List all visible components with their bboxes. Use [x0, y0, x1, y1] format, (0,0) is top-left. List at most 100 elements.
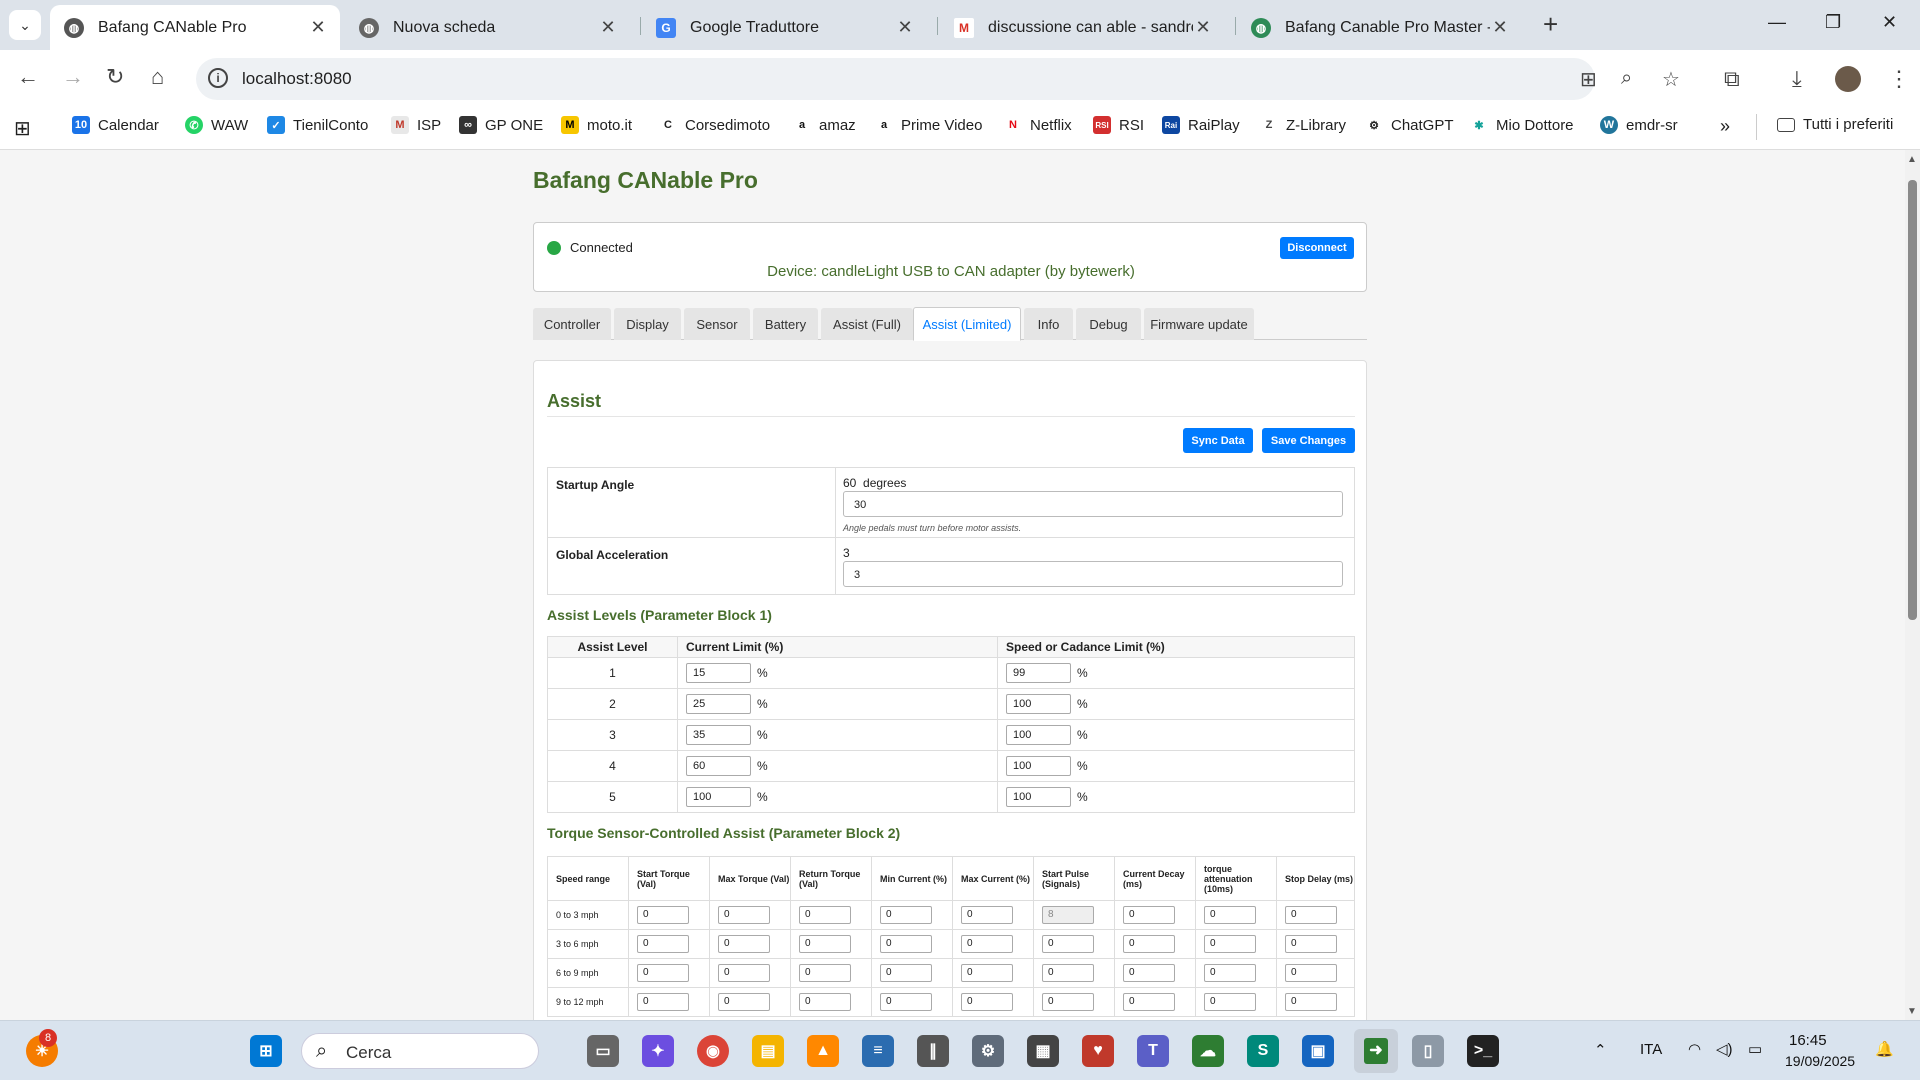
remote-desktop-icon[interactable]: ▣: [1302, 1035, 1334, 1067]
active-app-icon[interactable]: ➜: [1354, 1029, 1398, 1073]
taskbar-search[interactable]: ⌕ Cerca: [301, 1033, 539, 1069]
terminal-icon[interactable]: >_: [1467, 1035, 1499, 1067]
torque-param-input[interactable]: 0: [1123, 906, 1175, 924]
save-changes-button[interactable]: Save Changes: [1262, 428, 1355, 453]
calculator-icon[interactable]: ▦: [1027, 1035, 1059, 1067]
page-scrollbar[interactable]: ▲ ▼: [1905, 150, 1920, 1020]
torque-param-input[interactable]: 0: [1042, 935, 1094, 953]
bookmark-item[interactable]: ✱ Mio Dottore: [1470, 116, 1574, 134]
clock-date[interactable]: 19/09/2025: [1785, 1053, 1855, 1069]
scrollbar-thumb[interactable]: [1908, 180, 1917, 620]
url-text[interactable]: localhost:8080: [242, 69, 352, 89]
wifi-icon[interactable]: ◠: [1688, 1040, 1701, 1058]
scroll-down-icon[interactable]: ▼: [1907, 1006, 1917, 1017]
speed-limit-input[interactable]: 100: [1006, 756, 1071, 776]
back-button[interactable]: ←: [17, 64, 39, 90]
browser-tab[interactable]: M discussione can able - sandro.b ✕: [940, 5, 1225, 50]
current-limit-input[interactable]: 35: [686, 725, 751, 745]
reload-button[interactable]: ↻: [106, 64, 124, 90]
torque-param-input[interactable]: 0: [1285, 964, 1337, 982]
document-icon[interactable]: ≡: [862, 1035, 894, 1067]
bookmark-item[interactable]: ⚙ ChatGPT: [1365, 116, 1454, 134]
torque-param-input[interactable]: 0: [1204, 964, 1256, 982]
torque-param-input[interactable]: 0: [1204, 993, 1256, 1011]
bookmark-item[interactable]: Mmoto.it: [561, 116, 632, 134]
teams-icon[interactable]: T: [1137, 1035, 1169, 1067]
tab-controller[interactable]: Controller: [533, 308, 611, 340]
forward-button[interactable]: →: [62, 64, 84, 90]
torque-param-input[interactable]: 0: [961, 906, 1013, 924]
torque-param-input[interactable]: 0: [1042, 993, 1094, 1011]
torque-param-input[interactable]: 0: [637, 993, 689, 1011]
volume-icon[interactable]: ◁): [1716, 1040, 1733, 1058]
torque-param-input[interactable]: 0: [1042, 964, 1094, 982]
current-limit-input[interactable]: 25: [686, 694, 751, 714]
apps-icon[interactable]: ⊞: [14, 116, 31, 141]
chevron-up-icon[interactable]: ⌃: [1594, 1041, 1607, 1059]
torque-param-input[interactable]: 0: [1123, 935, 1175, 953]
library-icon[interactable]: ∥: [917, 1035, 949, 1067]
torque-param-input[interactable]: 0: [961, 935, 1013, 953]
current-limit-input[interactable]: 15: [686, 663, 751, 683]
torque-param-input[interactable]: 0: [1285, 935, 1337, 953]
torque-param-input[interactable]: 0: [1285, 993, 1337, 1011]
browser-tab[interactable]: ◍ Bafang Canable Pro Master - di ✕: [1237, 5, 1522, 50]
vlc-icon[interactable]: ▲: [807, 1035, 839, 1067]
bookmark-item[interactable]: C Corsedimoto: [659, 116, 770, 134]
bookmark-item[interactable]: Rai RaiPlay: [1162, 116, 1240, 134]
startup-angle-input[interactable]: 30: [843, 491, 1343, 517]
cloud-icon[interactable]: ☁: [1192, 1035, 1224, 1067]
torque-param-input[interactable]: 0: [799, 993, 851, 1011]
speed-limit-input[interactable]: 100: [1006, 725, 1071, 745]
torque-param-input[interactable]: 0: [1204, 906, 1256, 924]
settings-icon[interactable]: ⚙: [972, 1035, 1004, 1067]
tab-info[interactable]: Info: [1024, 308, 1073, 340]
torque-param-input[interactable]: 0: [718, 993, 770, 1011]
current-limit-input[interactable]: 60: [686, 756, 751, 776]
chrome-icon[interactable]: ◉: [697, 1035, 729, 1067]
torque-param-input[interactable]: 0: [637, 964, 689, 982]
more-bookmarks-icon[interactable]: »: [1720, 116, 1730, 137]
torque-param-input[interactable]: 0: [880, 964, 932, 982]
battery-icon[interactable]: ▭: [1748, 1040, 1762, 1058]
bookmark-item[interactable]: 10 Calendar: [72, 116, 159, 134]
task-view-icon[interactable]: ▭: [587, 1035, 619, 1067]
torque-param-input[interactable]: 0: [718, 935, 770, 953]
home-icon[interactable]: ⌂: [151, 64, 164, 90]
tab-debug[interactable]: Debug: [1076, 308, 1141, 340]
file-explorer-icon[interactable]: ▤: [752, 1035, 784, 1067]
tab-assist-full[interactable]: Assist (Full): [821, 308, 913, 340]
torque-param-input[interactable]: 0: [799, 906, 851, 924]
torque-param-input[interactable]: 0: [799, 935, 851, 953]
torque-param-input[interactable]: 0: [1204, 935, 1256, 953]
bookmark-item[interactable]: Z Z-Library: [1260, 116, 1346, 134]
scroll-up-icon[interactable]: ▲: [1907, 154, 1917, 165]
torque-param-input[interactable]: 0: [880, 993, 932, 1011]
torque-param-input[interactable]: 0: [961, 993, 1013, 1011]
disconnect-button[interactable]: Disconnect: [1280, 237, 1354, 259]
torque-param-input[interactable]: 0: [1123, 964, 1175, 982]
speed-limit-input[interactable]: 100: [1006, 787, 1071, 807]
torque-param-input[interactable]: 0: [880, 906, 932, 924]
app-s-icon[interactable]: S: [1247, 1035, 1279, 1067]
browser-tab[interactable]: G Google Traduttore ✕: [642, 5, 927, 50]
tab-battery[interactable]: Battery: [753, 308, 818, 340]
bookmark-item[interactable]: ∞ GP ONE: [459, 116, 543, 134]
bookmark-item[interactable]: ✆ WAW: [185, 116, 248, 134]
global-acceleration-input[interactable]: 3: [843, 561, 1343, 587]
torque-param-input[interactable]: 8: [1042, 906, 1094, 924]
torque-param-input[interactable]: 0: [637, 935, 689, 953]
start-icon[interactable]: ⊞: [250, 1035, 282, 1067]
bookmark-star-icon[interactable]: ☆: [1662, 67, 1680, 92]
speed-limit-input[interactable]: 99: [1006, 663, 1071, 683]
bookmark-item[interactable]: a Prime Video: [875, 116, 982, 134]
browser-tab[interactable]: ◍ Nuova scheda ✕: [345, 5, 630, 50]
close-icon[interactable]: ✕: [598, 17, 618, 38]
current-limit-input[interactable]: 100: [686, 787, 751, 807]
torque-param-input[interactable]: 0: [880, 935, 932, 953]
close-icon[interactable]: ✕: [895, 17, 915, 38]
zoom-icon[interactable]: ⌕: [1621, 67, 1632, 90]
torque-param-input[interactable]: 0: [799, 964, 851, 982]
language-indicator[interactable]: ITA: [1640, 1041, 1662, 1058]
tab-sensor[interactable]: Sensor: [684, 308, 750, 340]
